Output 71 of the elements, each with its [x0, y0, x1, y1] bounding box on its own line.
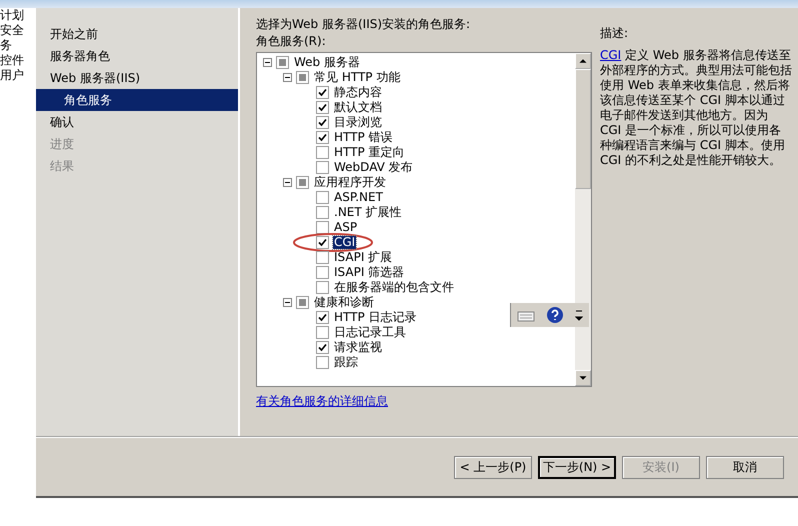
wizard-button[interactable]: 取消: [706, 456, 784, 478]
collapse-icon[interactable]: [263, 58, 272, 67]
scroll-down-icon[interactable]: [575, 370, 591, 386]
background-text: 计划: [0, 8, 25, 23]
tree-item-label[interactable]: 日志记录工具: [333, 326, 407, 339]
caret-icon[interactable]: [575, 309, 584, 321]
wizard-step[interactable]: 服务器角色: [36, 45, 238, 67]
cgi-link[interactable]: CGI: [600, 48, 622, 62]
tree-item-label[interactable]: 默认文档: [333, 101, 383, 114]
wizard-button[interactable]: < 上一步(P): [454, 456, 532, 478]
tree-item-label[interactable]: 应用程序开发: [313, 176, 387, 189]
wizard-step[interactable]: Web 服务器(IIS): [36, 67, 238, 89]
checkbox[interactable]: [316, 326, 329, 339]
checkbox[interactable]: [316, 221, 329, 234]
background-text: 务: [0, 38, 13, 53]
wizard-step[interactable]: 开始之前: [36, 23, 238, 45]
background-text: 控件: [0, 53, 25, 68]
collapse-icon[interactable]: [283, 298, 292, 307]
checkbox[interactable]: [296, 296, 309, 309]
details-link[interactable]: 有关角色服务的详细信息: [256, 393, 388, 409]
checkbox[interactable]: [316, 206, 329, 219]
wizard-step[interactable]: 角色服务: [36, 89, 238, 111]
instruction-text: 选择为Web 服务器(IIS)安装的角色服务:: [256, 16, 472, 33]
checkbox[interactable]: [316, 146, 329, 159]
tree-item-label[interactable]: Web 服务器: [293, 56, 361, 69]
collapse-icon[interactable]: [283, 178, 292, 187]
tree-item-label[interactable]: 目录浏览: [333, 116, 383, 129]
checkbox[interactable]: [276, 56, 289, 69]
checkbox[interactable]: [296, 176, 309, 189]
scrollbar-thumb[interactable]: [575, 69, 591, 189]
checkbox[interactable]: [316, 191, 329, 204]
scroll-up-icon[interactable]: [575, 53, 591, 69]
background-text: 安全: [0, 23, 25, 38]
checkbox[interactable]: [316, 116, 329, 129]
checkbox[interactable]: [316, 281, 329, 294]
tree-item-label[interactable]: HTTP 错误: [333, 131, 394, 144]
tree-label: 角色服务(R):: [256, 33, 327, 50]
tree-item-label[interactable]: 跟踪: [333, 356, 359, 369]
tree-item-label[interactable]: 静态内容: [333, 86, 383, 99]
tree-item-label[interactable]: ISAPI 扩展: [333, 251, 394, 264]
tree-item-label[interactable]: 在服务器端的包含文件: [333, 281, 455, 294]
checkbox[interactable]: [296, 71, 309, 84]
tree-item-label[interactable]: ASP: [333, 221, 358, 234]
collapse-icon[interactable]: [283, 73, 292, 82]
checkbox[interactable]: [316, 101, 329, 114]
description-title: 描述:: [600, 25, 630, 42]
tree-item-label[interactable]: 请求监视: [333, 341, 383, 354]
checkbox[interactable]: [316, 311, 329, 324]
help-icon[interactable]: [546, 306, 564, 324]
tree-item-label[interactable]: ISAPI 筛选器: [333, 266, 406, 279]
tree-item-label[interactable]: 常见 HTTP 功能: [313, 71, 402, 84]
checkbox[interactable]: [316, 86, 329, 99]
checkbox[interactable]: [316, 266, 329, 279]
tree-item-label[interactable]: ASP.NET: [333, 191, 384, 204]
checkbox[interactable]: [316, 236, 329, 249]
tree-item-label[interactable]: HTTP 重定向: [333, 146, 406, 159]
checkbox[interactable]: [316, 131, 329, 144]
scrollbar[interactable]: [575, 53, 591, 386]
checkbox[interactable]: [316, 161, 329, 174]
description-text: CGI 定义 Web 服务器将信息传送至外部程序的方式。典型用法可能包括使用 Web 表单来收集信息，然后将该信息传送至某个 CGI 脚本以通过电子邮件发送到其他地方。因为 CGI 是一个标准，所以可以使用各种编程语言来编与 CGI 脚本。使用 CGI 的不利之处是性能开销较大。: [600, 48, 792, 168]
checkbox[interactable]: [316, 356, 329, 369]
background-text: 用户: [0, 68, 25, 83]
tree-item-label[interactable]: CGI: [333, 236, 356, 249]
tree-item-label[interactable]: 健康和诊断: [313, 296, 375, 309]
checkbox[interactable]: [316, 251, 329, 264]
wizard-step[interactable]: 确认: [36, 111, 238, 133]
tree-item-label[interactable]: .NET 扩展性: [333, 206, 403, 219]
tree-item-label[interactable]: HTTP 日志记录: [333, 311, 418, 324]
checkbox[interactable]: [316, 341, 329, 354]
wizard-button[interactable]: 下一步(N) >: [538, 456, 616, 478]
tree-item-label[interactable]: WebDAV 发布: [333, 161, 414, 174]
